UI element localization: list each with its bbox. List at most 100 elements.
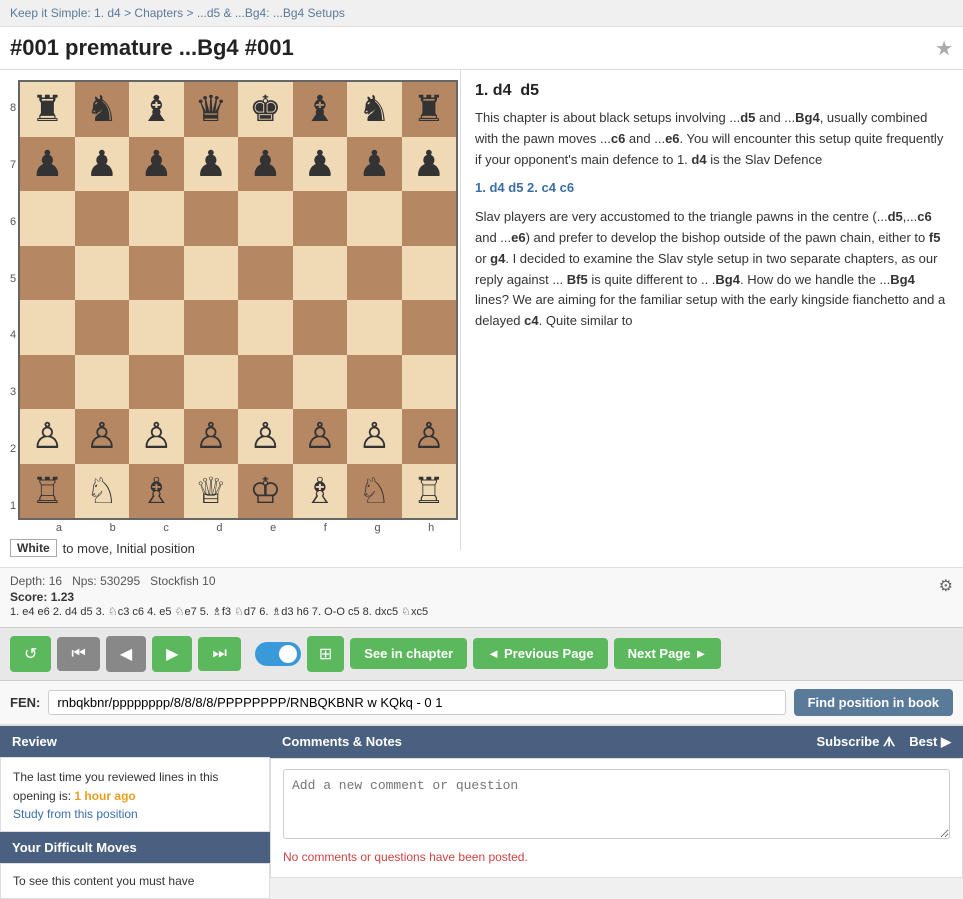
- fen-label: FEN:: [10, 695, 40, 710]
- chess-cell-6-6: ♙: [347, 409, 402, 464]
- rank-label-6: 6: [10, 216, 16, 228]
- best-button[interactable]: Best ▶: [909, 734, 951, 750]
- chess-cell-2-4: [238, 191, 293, 246]
- chess-cell-2-3: [184, 191, 239, 246]
- chess-cell-1-1: ♟: [75, 137, 130, 192]
- chess-cell-5-6: [347, 355, 402, 410]
- engine-header: Depth: 16 Nps: 530295 Stockfish 10: [10, 574, 953, 588]
- prev-move-button[interactable]: ◀: [106, 636, 146, 672]
- chess-cell-1-4: ♟: [238, 137, 293, 192]
- see-in-chapter-button[interactable]: See in chapter: [350, 638, 467, 669]
- comments-panel: Comments & Notes Subscribe ᗑ Best ▶ No c…: [270, 726, 963, 899]
- next-move-button[interactable]: ▶: [152, 636, 192, 672]
- fen-input[interactable]: [48, 690, 785, 715]
- chess-cell-5-0: [20, 355, 75, 410]
- file-label-d: d: [216, 522, 222, 534]
- engine-info: Depth: 16 Nps: 530295 Stockfish 10 Score…: [10, 574, 953, 621]
- prev-page-button[interactable]: ◄ Previous Page: [473, 638, 607, 669]
- chess-cell-5-5: [293, 355, 348, 410]
- comments-header-right: Subscribe ᗑ Best ▶: [817, 734, 952, 750]
- chess-cell-7-0: ♖: [20, 464, 75, 519]
- toggle-switch[interactable]: [255, 642, 301, 666]
- rank-label-4: 4: [10, 329, 16, 341]
- fen-bar: FEN: Find position in book: [0, 681, 963, 725]
- board-section: 87654321 ♜♞♝♛♚♝♞♜♟♟♟♟♟♟♟♟♙♙♙♙♙♙♙♙♖♘♗♕♔♗♘…: [0, 70, 460, 567]
- engine-line-text: 1. e4 e6 2. d4 d5 3. ♘c3 c6 4. e5 ♘e7 5.…: [10, 606, 428, 618]
- chess-cell-7-7: ♖: [402, 464, 457, 519]
- chess-cell-0-5: ♝: [293, 82, 348, 137]
- file-label-e: e: [270, 522, 276, 534]
- breadcrumb-sep-1: >: [124, 6, 134, 20]
- chess-cell-1-2: ♟: [129, 137, 184, 192]
- rank-label-1: 1: [10, 500, 16, 512]
- difficult-moves-body: To see this content you must have: [0, 863, 270, 899]
- chess-cell-5-4: [238, 355, 293, 410]
- chess-cell-5-2: [129, 355, 184, 410]
- chess-cell-5-3: [184, 355, 239, 410]
- gear-icon[interactable]: ⚙: [939, 576, 953, 596]
- chess-cell-4-4: [238, 300, 293, 355]
- review-text: The last time you reviewed lines in this…: [13, 768, 257, 806]
- chess-cell-6-1: ♙: [75, 409, 130, 464]
- page-title: #001 premature ...Bg4 #001: [10, 35, 294, 61]
- chess-cell-0-1: ♞: [75, 82, 130, 137]
- comment-input[interactable]: [283, 769, 950, 839]
- star-icon[interactable]: ★: [935, 36, 953, 61]
- chess-cell-3-5: [293, 246, 348, 301]
- chess-cell-4-0: [20, 300, 75, 355]
- breadcrumb-link-2[interactable]: Chapters: [134, 6, 183, 20]
- restart-button[interactable]: ↺: [10, 636, 51, 672]
- breadcrumb-sep-2: >: [186, 6, 196, 20]
- file-labels: abcdefgh: [18, 520, 458, 534]
- chess-cell-3-2: [129, 246, 184, 301]
- find-position-button[interactable]: Find position in book: [794, 689, 953, 716]
- chess-cell-7-1: ♘: [75, 464, 130, 519]
- move-link[interactable]: 1. d4 d5 2. c4 c6: [475, 180, 574, 195]
- difficult-moves-header: Your Difficult Moves: [0, 832, 270, 863]
- chess-cell-2-5: [293, 191, 348, 246]
- last-move-button[interactable]: ⏭: [198, 637, 240, 671]
- chess-cell-0-4: ♚: [238, 82, 293, 137]
- comments-header: Comments & Notes Subscribe ᗑ Best ▶: [270, 726, 963, 758]
- chess-cell-0-2: ♝: [129, 82, 184, 137]
- chess-cell-2-1: [75, 191, 130, 246]
- rank-label-2: 2: [10, 443, 16, 455]
- main-content: 87654321 ♜♞♝♛♚♝♞♜♟♟♟♟♟♟♟♟♙♙♙♙♙♙♙♙♖♘♗♕♔♗♘…: [0, 70, 963, 567]
- no-comments-text: No comments or questions have been poste…: [283, 850, 950, 864]
- chess-cell-5-7: [402, 355, 457, 410]
- chess-cell-6-5: ♙: [293, 409, 348, 464]
- study-link[interactable]: Study from this position: [13, 807, 138, 821]
- engine-name: Stockfish 10: [150, 574, 215, 588]
- difficult-moves-text: To see this content you must have: [13, 874, 194, 888]
- chess-cell-2-0: [20, 191, 75, 246]
- status-text: to move, Initial position: [63, 541, 195, 556]
- next-page-button[interactable]: Next Page ►: [614, 638, 722, 669]
- chess-cell-2-2: [129, 191, 184, 246]
- chess-cell-4-1: [75, 300, 130, 355]
- first-move-button[interactable]: ⏮: [57, 637, 99, 671]
- breadcrumb: Keep it Simple: 1. d4 > Chapters > ...d5…: [0, 0, 963, 27]
- move-header-text: 1. d4 d5: [475, 82, 539, 99]
- chess-cell-6-7: ♙: [402, 409, 457, 464]
- controls-bar: ↺ ⏮ ◀ ▶ ⏭ ⊞ See in chapter ◄ Previous Pa…: [0, 627, 963, 681]
- breadcrumb-link-1[interactable]: Keep it Simple: 1. d4: [10, 6, 121, 20]
- board-status: White to move, Initial position: [10, 539, 450, 557]
- chess-cell-0-7: ♜: [402, 82, 457, 137]
- rank-labels: 87654321: [10, 80, 18, 534]
- chess-cell-3-1: [75, 246, 130, 301]
- chess-cell-4-6: [347, 300, 402, 355]
- file-label-a: a: [56, 522, 62, 534]
- rank-label-7: 7: [10, 159, 16, 171]
- subscribe-button[interactable]: Subscribe ᗑ: [817, 734, 896, 750]
- breadcrumb-link-3[interactable]: ...d5 & ...Bg4: ...Bg4 Setups: [197, 6, 345, 20]
- chess-cell-1-5: ♟: [293, 137, 348, 192]
- board-icon-button[interactable]: ⊞: [307, 636, 344, 672]
- score-label: Score:: [10, 590, 47, 604]
- engine-line: 1. e4 e6 2. d4 d5 3. ♘c3 c6 4. e5 ♘e7 5.…: [10, 604, 953, 621]
- chess-cell-2-6: [347, 191, 402, 246]
- chess-cell-0-3: ♛: [184, 82, 239, 137]
- chess-cell-7-2: ♗: [129, 464, 184, 519]
- chess-cell-3-6: [347, 246, 402, 301]
- prev-page-icon: ◄: [487, 646, 500, 661]
- chess-cell-7-6: ♘: [347, 464, 402, 519]
